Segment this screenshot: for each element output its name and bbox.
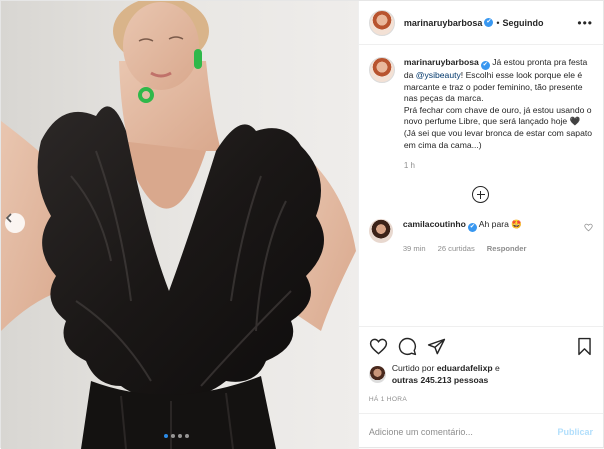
comment-item: camilacoutinho ✔ Ah para 🤩 39 min 26 curt… [368,219,593,253]
post-photo[interactable] [1,1,358,449]
pager-dot[interactable] [185,434,189,438]
action-icons [369,333,593,359]
likes-summary: Curtido por eduardafelixp e outras 245.2… [368,363,593,386]
pager-dot[interactable] [171,434,175,438]
post-timestamp[interactable]: HÁ 1 HORA [369,396,593,403]
caption-mention-link[interactable]: @ysibeauty [416,70,461,80]
verified-icon: ✔ [467,223,477,233]
liker-avatar[interactable] [368,366,386,383]
post-sidebar: marinaruybarbosa ✔ • Seguindo ••• marina… [357,1,603,449]
heart-icon[interactable] [369,337,388,356]
comment-icon[interactable] [398,337,417,356]
likes-prefix: Curtido por [391,363,437,373]
photo-pager [164,434,189,438]
photo-illustration [1,1,356,449]
heart-icon[interactable] [584,223,593,232]
comment-body: camilacoutinho ✔ Ah para 🤩 39 min 26 curt… [403,219,584,253]
caption: marinaruybarbosa ✔ Já estou pronta pra fe… [368,57,593,151]
caption-line-2: Prá fechar com chave de ouro, já estou u… [403,104,592,127]
comment-time[interactable]: 39 min [403,244,426,253]
add-comment-bar: Publicar [358,413,603,449]
verified-icon: ✔ [484,18,494,27]
publish-button[interactable]: Publicar [557,427,593,437]
author-avatar[interactable] [368,9,395,36]
caption-text: marinaruybarbosa ✔ Já estou pronta pra fe… [404,57,593,151]
caption-avatar[interactable] [368,57,395,83]
liker-username[interactable]: eduardafelixp [437,363,493,373]
add-circle-icon[interactable] [472,186,490,204]
post-header: marinaruybarbosa ✔ • Seguindo ••• [358,1,603,45]
comment-text: Ah para 🤩 [478,219,522,230]
verified-icon: ✔ [480,61,490,70]
previous-photo-button[interactable] [5,213,25,233]
author-username[interactable]: marinaruybarbosa [404,18,483,28]
comments-area: marinaruybarbosa ✔ Já estou pronta pra fe… [359,45,603,326]
commenter-avatar[interactable] [368,219,393,244]
more-icon[interactable]: ••• [577,16,593,30]
post-dialog: marinaruybarbosa ✔ • Seguindo ••• marina… [0,0,604,449]
reply-button[interactable]: Responder [487,244,527,253]
comment-line: camilacoutinho ✔ Ah para 🤩 [403,219,584,233]
comment-input[interactable] [368,426,558,437]
separator: • [496,17,500,28]
likes-text: Curtido por eduardafelixp e outras 245.2… [392,363,500,386]
comment-meta: 39 min 26 curtidas Responder [403,244,584,253]
following-button[interactable]: Seguindo [503,18,544,28]
action-bar: Curtido por eduardafelixp e outras 245.2… [358,326,603,403]
pager-dot[interactable] [164,434,168,438]
caption-time: 1 h [403,161,415,171]
share-icon[interactable] [427,337,446,356]
caption-line-3: (Já sei que vou levar bronca de estar co… [403,127,593,150]
load-more-comments [369,186,593,204]
pager-dot[interactable] [178,434,182,438]
likes-others[interactable]: outras 245.213 pessoas [392,375,489,385]
likes-middle: e [492,363,500,373]
comment-likes[interactable]: 26 curtidas [438,244,475,253]
chevron-left-icon [5,213,12,223]
caption-username[interactable]: marinaruybarbosa [404,57,479,67]
bookmark-icon[interactable] [576,337,593,356]
commenter-username[interactable]: camilacoutinho [403,219,466,229]
